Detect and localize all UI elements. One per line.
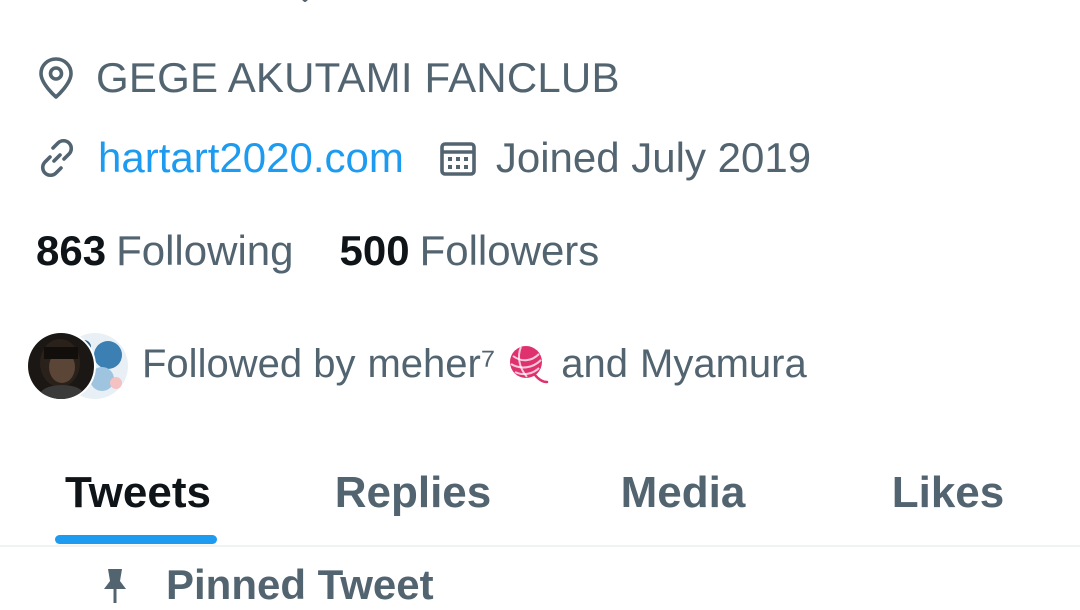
following-count: 863 xyxy=(36,227,107,274)
website-link[interactable]: hartart2020.com xyxy=(98,134,404,182)
followed-by-conjunction: and xyxy=(561,341,629,386)
following-stat[interactable]: 863 Following xyxy=(36,227,294,275)
followed-by-prefix: Followed by xyxy=(142,341,356,386)
map-pin-icon xyxy=(36,56,76,100)
tab-media[interactable]: Media xyxy=(580,440,786,545)
tab-tweets[interactable]: Tweets xyxy=(40,440,236,545)
following-label: Following xyxy=(116,227,294,274)
tab-likes[interactable]: Likes xyxy=(850,440,1046,545)
profile-stats: 863 Following 500 Followers xyxy=(36,224,599,278)
location-text: GEGE AKUTAMI FANCLUB xyxy=(96,54,620,101)
profile-meta: hartart2020.com Joined July 2019 xyxy=(36,132,811,184)
pinned-label: Pinned Tweet xyxy=(166,561,434,608)
joined-date: Joined July 2019 xyxy=(495,134,812,181)
profile-tabs: Tweets Replies Media Likes xyxy=(0,440,1080,545)
followed-by-user2: Myamura xyxy=(640,341,807,386)
followers-count: 500 xyxy=(339,227,410,274)
profile-location: GEGE AKUTAMI FANCLUB xyxy=(36,52,620,104)
calendar-icon xyxy=(438,138,478,178)
pinned-tweet-header: Pinned Tweet xyxy=(100,560,434,610)
tab-replies[interactable]: Replies xyxy=(300,440,526,545)
followed-by[interactable]: Followed by meher⁷ and Myamura xyxy=(26,326,807,402)
yarn-ball-icon xyxy=(505,342,549,386)
pin-icon xyxy=(100,565,130,605)
avatar xyxy=(26,331,96,401)
followed-by-user1: meher⁷ xyxy=(367,341,496,386)
link-icon xyxy=(36,137,78,179)
active-tab-indicator xyxy=(55,535,217,544)
followers-label: Followers xyxy=(419,227,600,274)
mutual-avatars xyxy=(26,329,130,401)
followers-stat[interactable]: 500 Followers xyxy=(340,227,600,275)
chevron-down-icon xyxy=(294,0,316,6)
divider xyxy=(0,545,1080,547)
